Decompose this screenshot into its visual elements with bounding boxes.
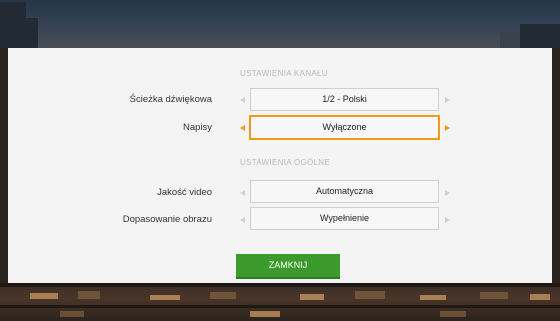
- video-quality-selector[interactable]: Automatyczna: [250, 180, 439, 203]
- picture-fit-label: Dopasowanie obrazu: [122, 214, 212, 225]
- video-quality-label: Jakość video: [157, 187, 212, 198]
- chevron-left-icon[interactable]: [240, 190, 245, 196]
- background-top-image: [0, 0, 560, 48]
- chevron-right-icon[interactable]: [445, 190, 450, 196]
- settings-panel: USTAWIENIA KANAŁU Ścieżka dźwiękowa 1/2 …: [8, 48, 552, 283]
- audio-track-label: Ścieżka dźwiękowa: [129, 94, 212, 105]
- general-settings-title: USTAWIENIA OGÓLNE: [240, 158, 331, 167]
- chevron-left-icon[interactable]: [240, 217, 245, 223]
- close-button[interactable]: ZAMKNIJ: [236, 254, 340, 279]
- channel-settings-title: USTAWIENIA KANAŁU: [240, 69, 328, 78]
- chevron-right-icon[interactable]: [445, 97, 450, 103]
- chevron-right-icon[interactable]: [445, 125, 450, 131]
- subtitles-label: Napisy: [182, 122, 212, 133]
- chevron-left-icon[interactable]: [240, 125, 245, 131]
- subtitles-selector[interactable]: Wyłączone: [249, 115, 440, 140]
- chevron-left-icon[interactable]: [240, 97, 245, 103]
- background-bottom-image: [0, 283, 560, 321]
- chevron-right-icon[interactable]: [445, 217, 450, 223]
- picture-fit-selector[interactable]: Wypełnienie: [250, 207, 439, 230]
- audio-track-selector[interactable]: 1/2 - Polski: [250, 88, 439, 111]
